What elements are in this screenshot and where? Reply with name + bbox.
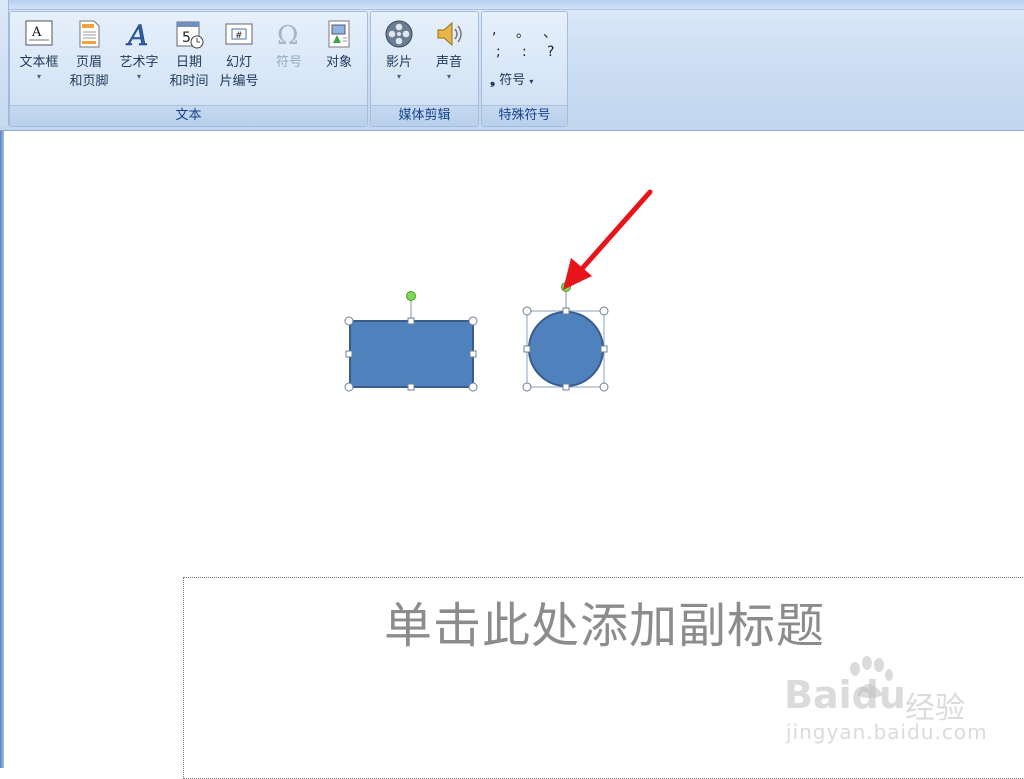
subtitle-placeholder-text: 单击此处添加副标题 [383,598,825,654]
watermark-url: jingyan.baidu.com [786,720,988,744]
annotation-arrow [563,189,653,290]
watermark-brand: Baidu [784,673,906,717]
watermark-brand-2: du [851,673,906,717]
rectangle-shape[interactable] [344,291,478,392]
circle-shape[interactable] [522,282,609,392]
watermark-brand-1: Bai [784,673,852,717]
rotation-handle[interactable] [406,291,416,301]
rectangle-fill[interactable] [349,320,474,388]
circle-fill[interactable] [528,311,604,387]
